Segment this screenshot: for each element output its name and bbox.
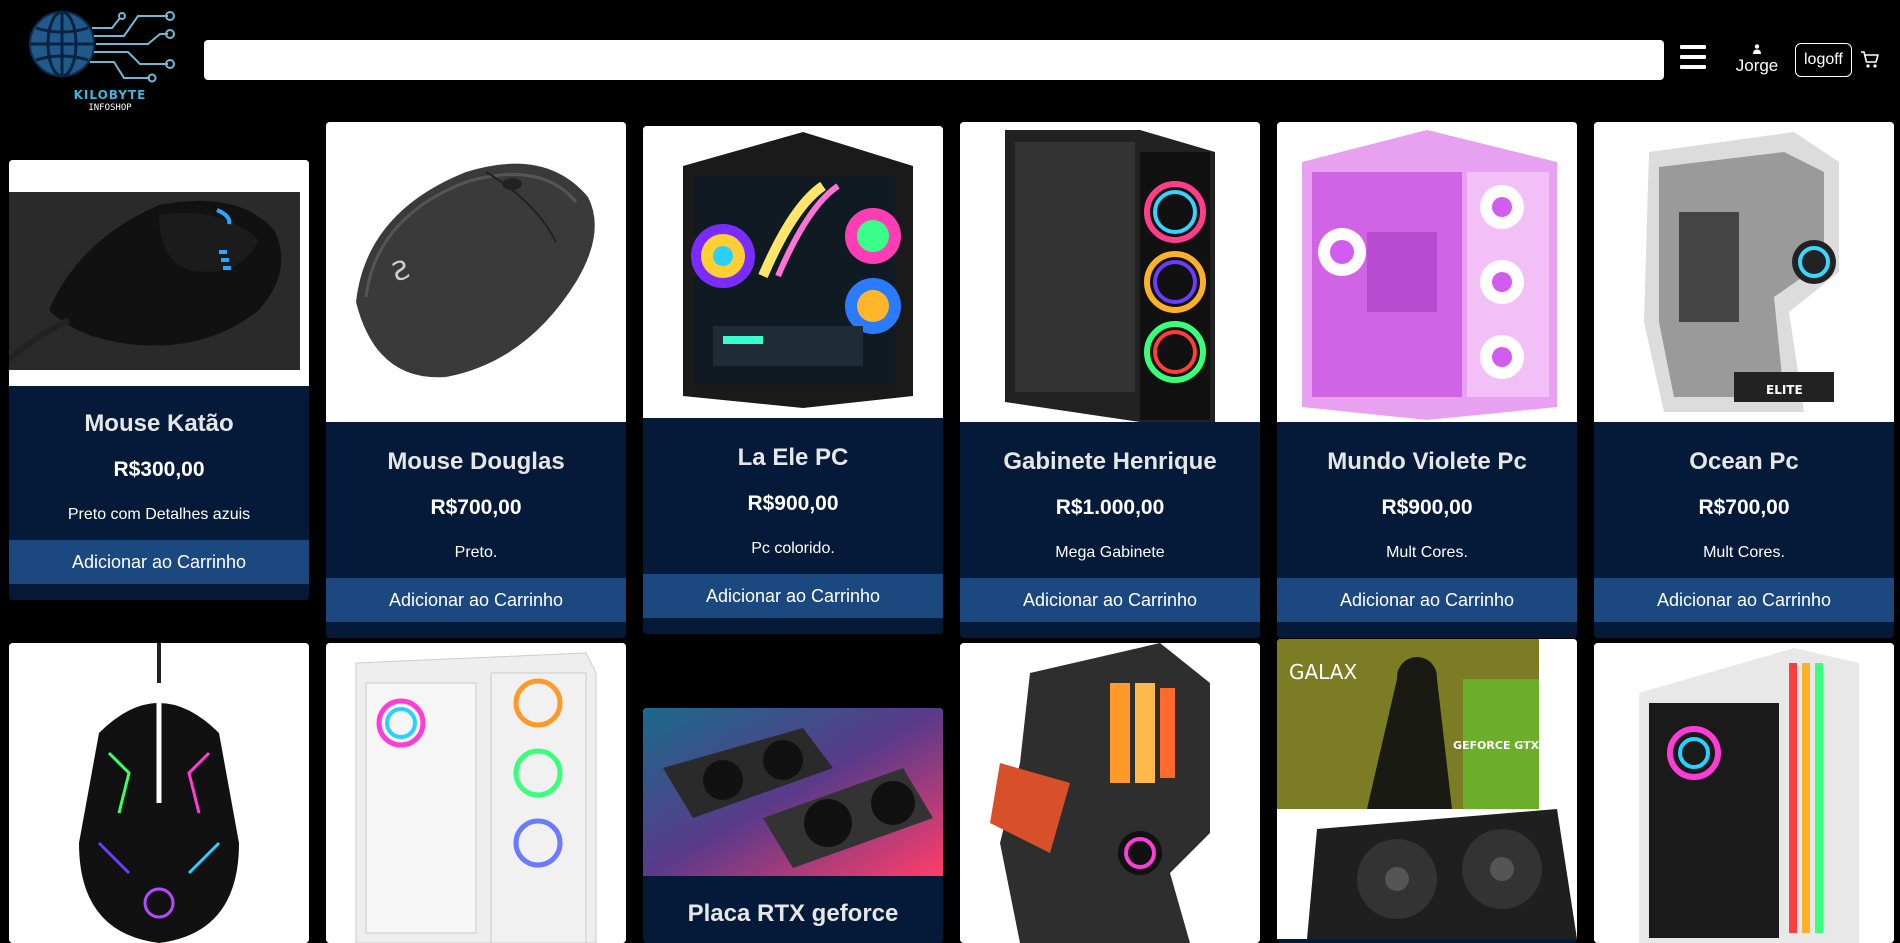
user-name: Jorge [1735, 56, 1779, 75]
product-price: R$700,00 [430, 496, 522, 519]
cart-icon[interactable] [1860, 50, 1880, 70]
product-description: Mega Gabinete [1055, 544, 1165, 561]
product-card: Ƨ Mouse Douglas R$700,00 Preto. Adiciona… [326, 122, 626, 638]
user-profile[interactable]: Jorge [1732, 44, 1782, 76]
brand-name: KILOBYTE [73, 88, 147, 102]
user-icon [1753, 44, 1761, 54]
galax-product-text: GEFORCE GTX [1453, 739, 1540, 752]
product-price: R$900,00 [747, 492, 839, 515]
product-card: La Ele PC R$900,00 Pc colorido. Adiciona… [643, 126, 943, 634]
product-price: R$700,00 [1698, 496, 1790, 519]
product-description: Pc colorido. [751, 540, 835, 557]
product-card [326, 643, 626, 943]
product-description: Preto com Detalhes azuis [67, 506, 251, 523]
add-to-cart-button[interactable]: Adicionar ao Carrinho [643, 574, 943, 618]
globe-circuit-icon [29, 10, 175, 83]
product-card: ELITE Ocean Pc R$700,00 Mult Cores. Adic… [1594, 122, 1894, 638]
product-image [9, 160, 309, 386]
product-price: R$300,00 [113, 458, 205, 481]
product-price: R$900,00 [1381, 496, 1473, 519]
add-to-cart-button[interactable]: Adicionar ao Carrinho [326, 578, 626, 622]
svg-text:ELITE: ELITE [1766, 383, 1803, 397]
product-image: ELITE [1594, 122, 1894, 422]
product-image [326, 643, 626, 943]
product-card: Mundo Violete Pc R$900,00 Mult Cores. Ad… [1277, 122, 1577, 638]
top-navbar: KILOBYTE INFOSHOP Jorge logoff [0, 0, 1900, 118]
add-to-cart-button[interactable]: Adicionar ao Carrinho [9, 540, 309, 584]
product-name: Mouse Douglas [387, 448, 565, 475]
product-card: Placa RTX geforce [643, 708, 943, 943]
product-description: Mult Cores. [1703, 544, 1785, 561]
product-image [1594, 643, 1894, 943]
add-to-cart-button[interactable]: Adicionar ao Carrinho [960, 578, 1260, 622]
product-image [1277, 122, 1577, 422]
product-image [643, 708, 943, 876]
product-card: GALAX GEFORCE GTX [1277, 639, 1577, 943]
product-card [1594, 643, 1894, 943]
galax-brand-text: GALAX [1289, 660, 1357, 684]
product-image [9, 643, 309, 943]
product-card [9, 643, 309, 943]
product-name: Gabinete Henrique [1003, 448, 1217, 475]
product-name: Ocean Pc [1689, 448, 1799, 475]
product-image [643, 126, 943, 418]
product-name: Placa RTX geforce [687, 900, 899, 927]
add-to-cart-button[interactable]: Adicionar ao Carrinho [1277, 578, 1577, 622]
product-image: GALAX GEFORCE GTX [1277, 639, 1577, 939]
product-card [960, 643, 1260, 943]
logoff-button[interactable]: logoff [1795, 43, 1852, 77]
product-name: Mouse Katão [84, 410, 234, 437]
product-price: R$1.000,00 [1055, 496, 1165, 519]
product-image [960, 122, 1260, 422]
add-to-cart-button[interactable]: Adicionar ao Carrinho [1594, 578, 1894, 622]
search-input[interactable] [204, 40, 1664, 80]
product-description: Mult Cores. [1386, 544, 1468, 561]
product-card: Mouse Katão R$300,00 Preto com Detalhes … [9, 160, 309, 600]
product-name: La Ele PC [737, 444, 849, 471]
brand-logo[interactable]: KILOBYTE INFOSHOP [28, 6, 178, 114]
brand-subtitle: INFOSHOP [88, 103, 132, 113]
product-card: Gabinete Henrique R$1.000,00 Mega Gabine… [960, 122, 1260, 638]
product-description: Preto. [454, 544, 498, 561]
product-image: Ƨ [326, 122, 626, 422]
hamburger-menu-icon[interactable] [1680, 45, 1710, 73]
product-image [960, 643, 1260, 943]
product-name: Mundo Violete Pc [1327, 448, 1527, 475]
